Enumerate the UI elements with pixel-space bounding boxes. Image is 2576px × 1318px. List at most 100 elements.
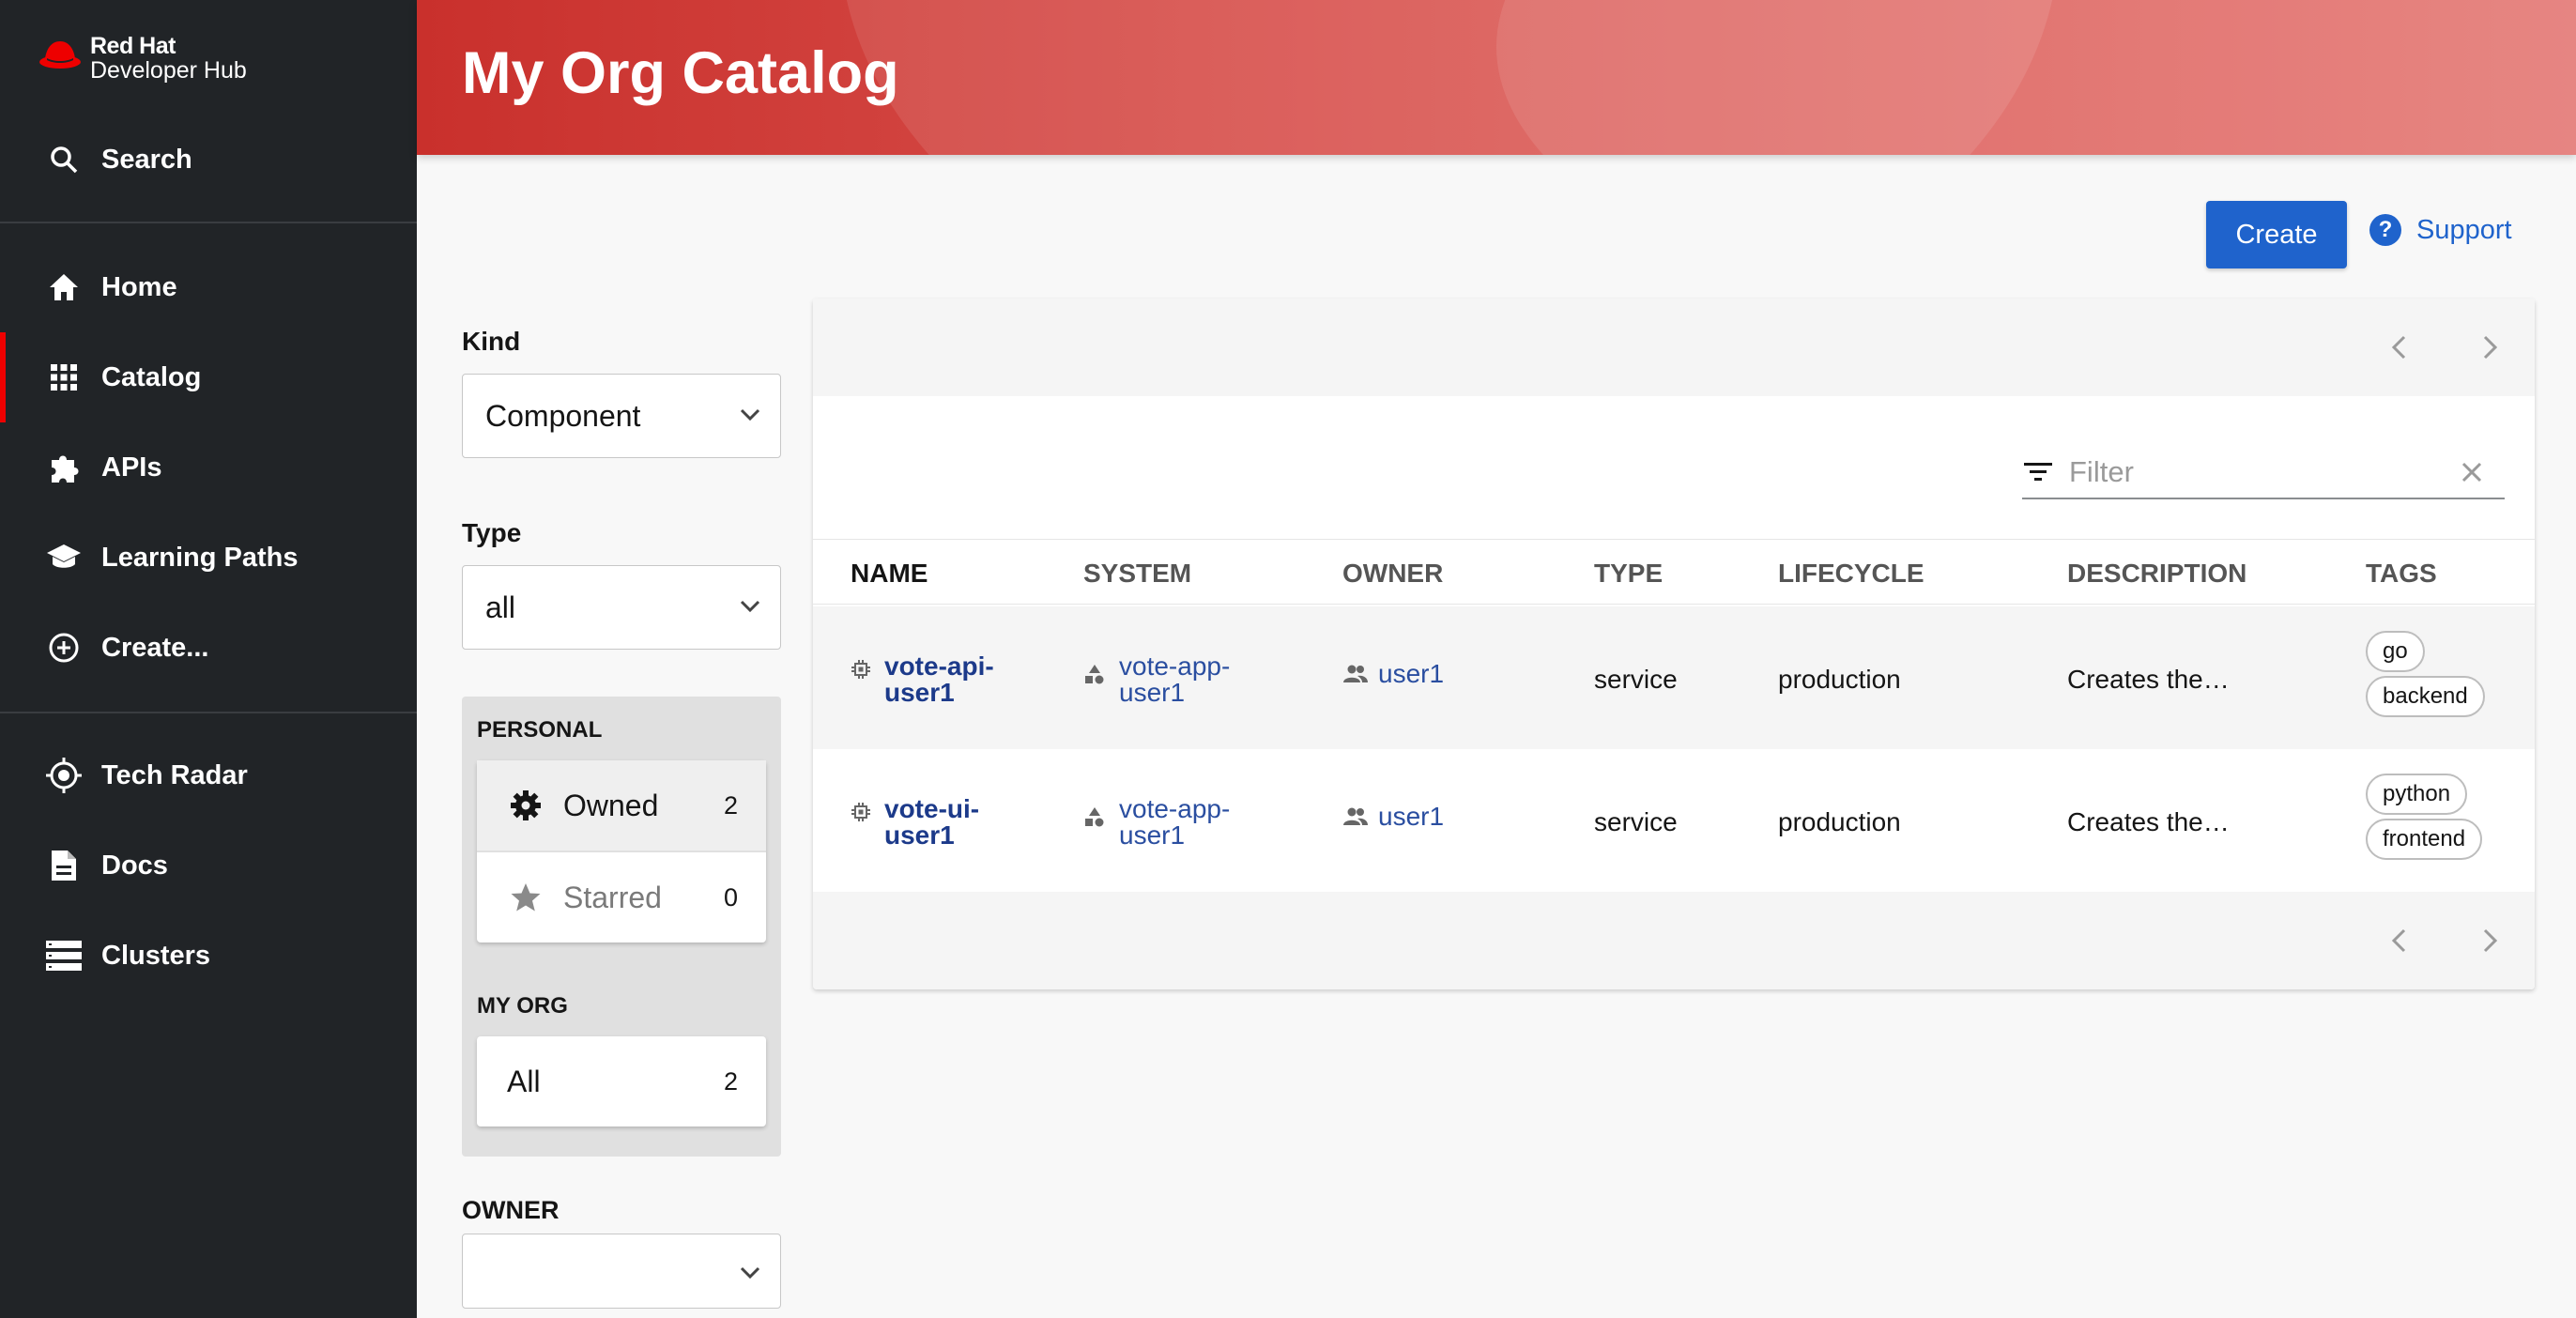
filter-starred-count: 0 [723,882,738,912]
sidebar-item-label: APIs [101,452,162,483]
sidebar-item-docs[interactable]: Docs [0,820,417,911]
prev-page-button[interactable] [2383,330,2416,364]
filter-all-label: All [507,1064,541,1098]
group-icon [1343,807,1368,825]
sidebar-item-label: Search [101,144,192,175]
chevron-down-icon [740,1266,760,1280]
sidebar-item-learning-paths[interactable]: Learning Paths [0,513,417,603]
owner-label: OWNER [462,1196,560,1224]
next-page-button[interactable] [2473,330,2507,364]
brand-line1: Red Hat [90,33,176,59]
sidebar-divider [0,712,417,713]
column-header-name[interactable]: NAME [851,559,928,589]
component-icon [851,803,870,821]
filter-owned[interactable]: Owned 2 [477,760,766,851]
system-name-line1: vote-app- [1119,651,1231,681]
filter-icon [2024,463,2052,481]
system-name-line2: user1 [1119,820,1186,850]
entity-name-line2: user1 [884,678,955,707]
myorg-card: All 2 [477,1036,766,1126]
user-list-picker: PERSONAL Owned 2 Starred 0 MY ORG All 2 [462,697,781,1157]
chevron-left-icon [2391,928,2406,953]
table-toolbar-bottom [813,892,2535,989]
system-link[interactable]: vote-app- user1 [1119,653,1230,706]
sidebar-item-search[interactable]: Search [0,115,417,205]
help-icon: ? [2369,214,2401,246]
add-circle-icon [45,629,83,667]
personal-group-title: PERSONAL [477,717,603,743]
clear-icon[interactable] [2460,460,2484,484]
name-cell: vote-api- user1 [851,653,994,706]
chevron-down-icon [740,600,760,613]
kind-select-value: Component [485,398,641,433]
entity-link[interactable]: vote-api- user1 [884,653,994,706]
kind-select[interactable]: Component [462,374,781,458]
page-title: My Org Catalog [462,40,899,106]
column-header-lifecycle[interactable]: LIFECYCLE [1778,559,1924,589]
system-cell: vote-app- user1 [1083,796,1230,849]
tag-chip[interactable]: python [2366,774,2468,815]
tag-chip[interactable]: frontend [2366,819,2483,860]
myorg-group-title: MY ORG [477,993,568,1019]
filter-owned-label: Owned [563,788,659,822]
filter-owned-count: 2 [723,790,738,820]
create-button[interactable]: Create [2206,201,2347,268]
sidebar-item-label: Tech Radar [101,759,248,790]
sidebar-item-tech-radar[interactable]: Tech Radar [0,730,417,820]
owner-select[interactable] [462,1234,781,1309]
system-icon [1085,807,1104,827]
personal-card: Owned 2 Starred 0 [477,760,766,943]
filter-starred[interactable]: Starred 0 [477,852,766,943]
sidebar-divider [0,222,417,223]
owner-cell: user1 [1342,661,1444,687]
column-header-description[interactable]: DESCRIPTION [2067,559,2246,589]
gear-icon [509,789,543,822]
sidebar-item-label: Clusters [101,940,211,971]
owner-link[interactable]: user1 [1378,804,1444,830]
entity-link[interactable]: vote-ui- user1 [884,796,979,849]
brand-logo[interactable]: Red Hat Developer Hub [38,34,247,83]
type-select[interactable]: all [462,565,781,650]
kind-label: Kind [462,327,521,356]
next-page-button[interactable] [2473,924,2507,958]
system-icon [1085,665,1104,684]
home-icon [45,268,83,306]
sidebar-item-clusters[interactable]: Clusters [0,911,417,1001]
prev-page-button[interactable] [2383,924,2416,958]
tag-chip[interactable]: go [2366,631,2425,672]
description-cell: Creates the… [2067,807,2230,836]
chevron-down-icon [740,408,760,421]
sidebar-item-catalog[interactable]: Catalog [0,332,417,422]
document-icon [45,847,83,884]
system-cell: vote-app- user1 [1083,653,1230,706]
filter-input[interactable] [2069,455,2426,489]
column-header-system[interactable]: SYSTEM [1083,559,1191,589]
table-toolbar-top [813,299,2535,396]
sidebar-item-label: Docs [101,850,168,881]
support-label: Support [2416,214,2512,245]
owner-link[interactable]: user1 [1378,661,1444,687]
tag-chip[interactable]: backend [2366,676,2485,717]
sidebar-item-label: Home [101,271,177,302]
page-header: My Org Catalog [417,0,2576,155]
brand-line2: Developer Hub [90,57,247,84]
school-icon [45,539,83,576]
filter-all[interactable]: All 2 [477,1036,766,1126]
sidebar: Red Hat Developer Hub Search Home Catalo… [0,0,417,1318]
sidebar-item-create[interactable]: Create... [0,603,417,693]
type-cell: service [1594,665,1678,694]
description-cell: Creates the… [2067,665,2230,694]
name-cell: vote-ui- user1 [851,796,979,849]
table-header: NAME SYSTEM OWNER TYPE LIFECYCLE DESCRIP… [813,539,2535,605]
sidebar-item-apis[interactable]: APIs [0,422,417,513]
system-link[interactable]: vote-app- user1 [1119,796,1230,849]
column-header-type[interactable]: TYPE [1594,559,1663,589]
filter-all-count: 2 [723,1066,738,1096]
column-header-owner[interactable]: OWNER [1342,559,1443,589]
support-button[interactable]: ? Support [2369,214,2512,246]
entity-name-line2: user1 [884,820,955,850]
sidebar-item-home[interactable]: Home [0,242,417,332]
type-select-value: all [485,590,516,624]
column-header-tags[interactable]: TAGS [2366,559,2437,589]
chevron-left-icon [2391,335,2406,360]
